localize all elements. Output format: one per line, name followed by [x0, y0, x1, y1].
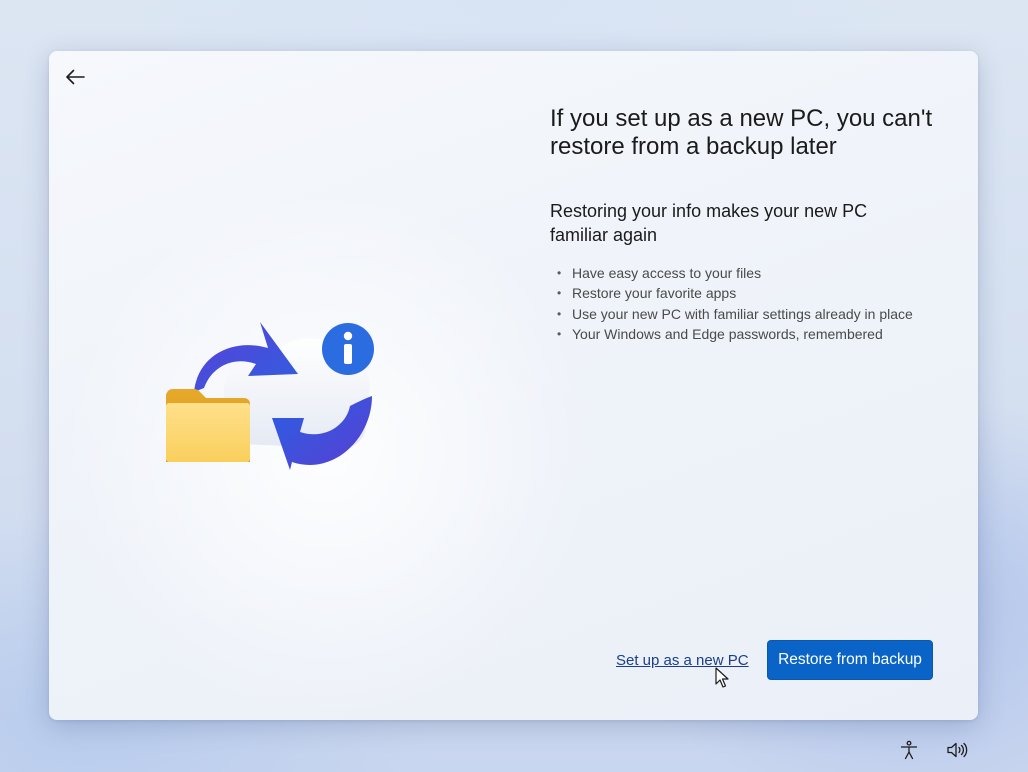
- list-item: Your Windows and Edge passwords, remembe…: [557, 324, 913, 345]
- benefits-list: Have easy access to your files Restore y…: [557, 263, 913, 344]
- cloud-restore-illustration: [166, 322, 374, 470]
- accessibility-button[interactable]: [897, 738, 921, 762]
- setup-new-pc-link[interactable]: Set up as a new PC: [616, 652, 749, 669]
- restore-from-backup-button[interactable]: Restore from backup: [767, 640, 933, 680]
- volume-button[interactable]: [945, 738, 969, 762]
- list-item: Restore your favorite apps: [557, 283, 913, 304]
- volume-icon: [947, 742, 968, 758]
- folder-front: [166, 403, 250, 462]
- page-title: If you set up as a new PC, you can't res…: [550, 105, 933, 160]
- arrow-left-icon: [66, 69, 85, 85]
- page-subtitle: Restoring your info makes your new PC fa…: [550, 201, 868, 245]
- list-item: Use your new PC with familiar settings a…: [557, 304, 913, 325]
- setup-dialog: If you set up as a new PC, you can't res…: [49, 51, 978, 720]
- accessibility-icon: [900, 740, 918, 760]
- list-item: Have easy access to your files: [557, 263, 913, 284]
- back-button[interactable]: [61, 63, 89, 91]
